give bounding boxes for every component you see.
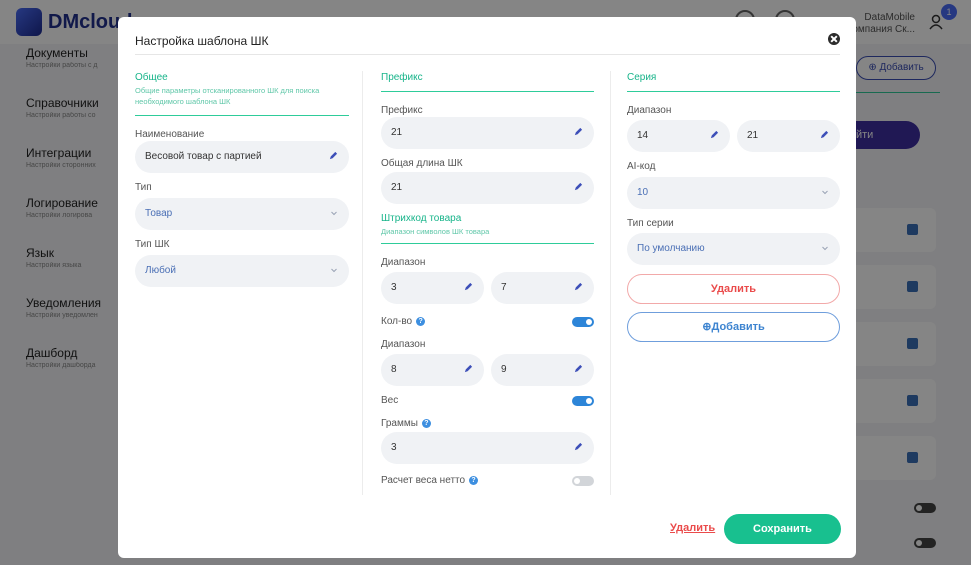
help-icon[interactable]: ?: [421, 418, 431, 428]
chevron-down-icon: [822, 246, 828, 251]
range-from-value: 3: [391, 282, 397, 293]
series-type-value: По умолчанию: [637, 243, 705, 254]
pencil-icon[interactable]: [574, 182, 583, 191]
ai-code-value: 10: [637, 187, 649, 198]
barcode-type-select[interactable]: Любой: [135, 255, 349, 287]
product-barcode-subtitle: Диапазон символов ШК товара: [381, 227, 490, 236]
delete-template-link[interactable]: Удалить: [670, 522, 715, 534]
grams-label: Граммы: [381, 418, 418, 429]
series-range-to-value: 21: [747, 130, 759, 141]
quantity-label: Кол-во: [381, 316, 413, 327]
type-value: Товар: [145, 208, 173, 219]
prefix-section-rule: [381, 91, 594, 92]
quantity-range-to-value: 9: [501, 364, 507, 375]
range-label: Диапазон: [381, 257, 426, 268]
chevron-down-icon: [331, 268, 337, 273]
prefix-value: 21: [391, 127, 403, 138]
modal-title: Настройка шаблона ШК: [135, 34, 269, 48]
close-icon[interactable]: [828, 33, 840, 45]
quantity-range-from-field[interactable]: 8: [381, 354, 484, 386]
barcode-type-value: Любой: [145, 265, 176, 276]
barcode-length-field[interactable]: 21: [381, 172, 594, 204]
column-divider: [610, 71, 611, 495]
pencil-icon[interactable]: [820, 130, 829, 139]
quantity-toggle[interactable]: [572, 317, 594, 327]
modal-divider: [135, 54, 840, 55]
pencil-icon[interactable]: [574, 364, 583, 373]
pencil-icon[interactable]: [464, 282, 473, 291]
series-section-title: Серия: [627, 72, 657, 83]
range-from-field[interactable]: 3: [381, 272, 484, 304]
help-icon[interactable]: ?: [469, 475, 479, 485]
prefix-section-title: Префикс: [381, 72, 423, 83]
save-button[interactable]: Сохранить: [724, 514, 841, 544]
pencil-icon[interactable]: [574, 282, 583, 291]
range-to-field[interactable]: 7: [491, 272, 594, 304]
help-icon[interactable]: ?: [416, 316, 426, 326]
barcode-length-value: 21: [391, 182, 403, 193]
pencil-icon[interactable]: [574, 442, 583, 451]
series-section-rule: [627, 91, 840, 92]
grams-label-row: Граммы?: [381, 418, 431, 429]
net-weight-label: Расчет веса нетто: [381, 475, 466, 486]
net-weight-label-row: Расчет веса нетто?: [381, 475, 479, 486]
series-range-to-field[interactable]: 21: [737, 120, 840, 152]
barcode-length-label: Общая длина ШК: [381, 158, 463, 169]
pencil-icon[interactable]: [574, 127, 583, 136]
quantity-range-label: Диапазон: [381, 339, 426, 350]
range-to-value: 7: [501, 282, 507, 293]
product-barcode-title: Штрихкод товара: [381, 213, 462, 224]
pencil-icon[interactable]: [464, 364, 473, 373]
name-field[interactable]: Весовой товар с партией: [135, 141, 349, 173]
pencil-icon[interactable]: [710, 130, 719, 139]
delete-series-button[interactable]: Удалить: [627, 274, 840, 304]
name-value: Весовой товар с партией: [145, 151, 262, 162]
general-section-title: Общее: [135, 72, 168, 83]
add-series-button[interactable]: ⊕Добавить: [627, 312, 840, 342]
product-barcode-rule: [381, 243, 594, 244]
series-range-label: Диапазон: [627, 105, 672, 116]
name-label: Наименование: [135, 129, 205, 140]
quantity-range-from-value: 8: [391, 364, 397, 375]
series-type-label: Тип серии: [627, 218, 674, 229]
general-section-rule: [135, 115, 349, 116]
net-weight-toggle[interactable]: [572, 476, 594, 486]
series-type-select[interactable]: По умолчанию: [627, 233, 840, 265]
pencil-icon[interactable]: [329, 151, 338, 160]
type-select[interactable]: Товар: [135, 198, 349, 230]
column-divider: [362, 71, 363, 495]
ai-code-select[interactable]: 10: [627, 177, 840, 209]
grams-field[interactable]: 3: [381, 432, 594, 464]
prefix-field[interactable]: 21: [381, 117, 594, 149]
general-section-subtitle: Общие параметры отсканированного ШК для …: [135, 86, 320, 106]
weight-label: Вес: [381, 395, 399, 406]
grams-value: 3: [391, 442, 397, 453]
quantity-label-row: Кол-во?: [381, 316, 426, 327]
weight-toggle[interactable]: [572, 396, 594, 406]
barcode-type-label: Тип ШК: [135, 239, 170, 250]
type-label: Тип: [135, 182, 152, 193]
chevron-down-icon: [822, 190, 828, 195]
quantity-range-to-field[interactable]: 9: [491, 354, 594, 386]
prefix-label: Префикс: [381, 105, 423, 116]
barcode-template-modal: Настройка шаблона ШК Общее Общие парамет…: [118, 17, 856, 558]
ai-code-label: AI-код: [627, 161, 656, 172]
series-range-from-field[interactable]: 14: [627, 120, 730, 152]
series-range-from-value: 14: [637, 130, 649, 141]
chevron-down-icon: [331, 211, 337, 216]
